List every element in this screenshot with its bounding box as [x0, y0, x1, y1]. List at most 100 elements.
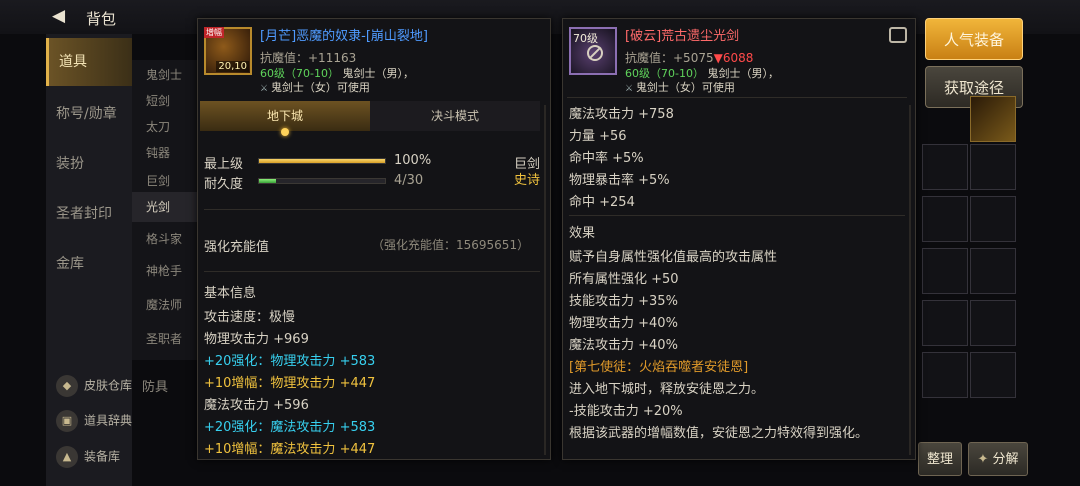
popular-equipment-button[interactable]: 人气装备: [925, 18, 1023, 60]
link-label: 道具辞典: [84, 413, 133, 428]
inventory-slot[interactable]: [970, 300, 1016, 346]
max-grade-fill: [259, 159, 385, 163]
link-label: 装备库: [84, 449, 121, 464]
compare-item-tooltip: 70级 [破云]荒古遗尘光剑 抗魔值：+5075▼6088 60级（70-10）…: [562, 18, 916, 460]
nav-item-avatar[interactable]: 装扮: [46, 140, 132, 188]
prohibited-icon: [587, 45, 603, 61]
subnav-item-active[interactable]: 光剑: [132, 192, 198, 222]
max-grade-bar: [258, 158, 386, 164]
inventory-slot[interactable]: [922, 196, 968, 242]
button-label: 整理: [926, 452, 953, 467]
stat-line-enhance: +20强化：魔法攻击力 +583: [204, 420, 376, 435]
stat-line: 命中 +254: [569, 195, 635, 210]
link-label: 皮肤仓库: [84, 378, 133, 393]
item-header: 增幅 20,10 [月芒]恶魔的奴隶-[崩山裂地] 抗魔值：+11163 60级…: [198, 19, 550, 97]
class-icon: ⚔: [260, 84, 271, 94]
stat-line: 攻击速度：极慢: [204, 310, 296, 325]
inventory-slot[interactable]: [970, 352, 1016, 398]
effect-line: 赋予自身属性强化值最高的攻击属性: [569, 250, 778, 265]
share-icon[interactable]: [889, 27, 907, 43]
durability-label: 耐久度: [204, 177, 244, 192]
subnav-label: 巨剑: [146, 174, 171, 188]
nav-item-vault[interactable]: 金库: [46, 240, 132, 288]
resist-value: 抗魔值：+5075▼6088: [625, 49, 753, 66]
scrollbar[interactable]: [544, 105, 546, 455]
inventory-slot[interactable]: [970, 96, 1016, 142]
subnav-item[interactable]: 格斗家: [132, 224, 198, 254]
durability-fill: [259, 179, 276, 183]
effect-set-title: [第七使徒：火焰吞噬者安徒恩]: [569, 360, 749, 375]
subnav-label: 圣职者: [146, 332, 183, 346]
subnav-item[interactable]: 魔法师: [132, 290, 198, 320]
weapon-type-list: 鬼剑士 短剑 太刀 钝器 巨剑 光剑 格斗家 神枪手 魔法师 圣职者: [132, 60, 198, 360]
subnav-label: 太刀: [146, 120, 171, 134]
tab-pvp[interactable]: 决斗模式: [370, 101, 540, 131]
subnav-label: 光剑: [146, 200, 171, 214]
requirement-text: 鬼剑士（女）可使用: [635, 81, 735, 94]
scrollbar[interactable]: [909, 105, 911, 455]
subnav-label: 神枪手: [146, 264, 183, 278]
inventory-slot[interactable]: [970, 144, 1016, 190]
resist-value: 抗魔值：+11163: [260, 51, 357, 65]
inventory-slot[interactable]: [970, 196, 1016, 242]
back-arrow-icon[interactable]: ◀: [52, 6, 65, 26]
skin-storage-link[interactable]: ◆ 皮肤仓库: [56, 375, 132, 397]
button-label: 人气装备: [943, 31, 1004, 49]
arrange-button[interactable]: 整理: [918, 442, 962, 476]
stat-line: 魔法攻击力 +596: [204, 398, 309, 413]
nav-item-label: 金库: [56, 256, 84, 272]
stat-line-enhance: +20强化：物理攻击力 +583: [204, 354, 376, 369]
subnav-label: 魔法师: [146, 298, 183, 312]
nav-item-label: 道具: [59, 54, 87, 70]
tab-label: 地下城: [266, 109, 303, 123]
subnav-item[interactable]: 钝器: [132, 138, 198, 168]
inventory-slot[interactable]: [970, 248, 1016, 294]
inventory-slot[interactable]: [922, 300, 968, 346]
effect-line: 魔法攻击力 +40%: [569, 338, 678, 353]
stat-line: 魔法攻击力 +758: [569, 107, 674, 122]
inventory-slot[interactable]: [922, 144, 968, 190]
stat-line-amplify: +10增幅：物理攻击力 +447: [204, 376, 376, 391]
armor-icon: ▲: [56, 446, 78, 468]
requirement-text: 鬼剑士（女）可使用: [270, 81, 370, 94]
item-header: 70级 [破云]荒古遗尘光剑 抗魔值：+5075▼6088 60级（70-10）…: [563, 19, 915, 97]
requirement-line: ⚔ 鬼剑士（女）可使用: [625, 79, 735, 95]
armor-category[interactable]: 防具: [142, 376, 168, 395]
stat-line: 命中率 +5%: [569, 151, 644, 166]
effect-line: 根据该武器的增幅数值，安徒恩之力特效得到强化。: [569, 426, 869, 441]
item-upgrade-level: 20,10: [216, 61, 249, 72]
decompose-icon: ✦: [977, 452, 989, 467]
effect-line: 进入地下城时，释放安徒恩之力。: [569, 382, 765, 397]
effect-title: 效果: [569, 226, 596, 241]
tab-dungeon[interactable]: 地下城: [200, 101, 370, 131]
resist-text: 抗魔值：+5075: [625, 51, 714, 65]
inventory-slot[interactable]: [922, 248, 968, 294]
nav-item-label: 圣者封印: [56, 206, 112, 222]
subnav-item[interactable]: 神枪手: [132, 256, 198, 286]
lightsaber-icon[interactable]: 70级: [569, 27, 617, 75]
item-name: [破云]荒古遗尘光剑: [625, 29, 740, 44]
decompose-button[interactable]: ✦ 分解: [968, 442, 1028, 476]
rarity: 史诗: [514, 173, 541, 188]
button-label: 分解: [992, 452, 1019, 467]
page-title: 背包: [86, 10, 117, 28]
divider: [204, 209, 540, 210]
stat-line-amplify: +10增幅：魔法攻击力 +447: [204, 442, 376, 457]
equipment-library-link[interactable]: ▲ 装备库: [56, 446, 120, 468]
button-label: 获取途径: [943, 79, 1004, 97]
effect-line: 所有属性强化 +50: [569, 272, 679, 287]
nav-item-items[interactable]: 道具: [46, 38, 132, 86]
nav-item-titles[interactable]: 称号/勋章: [46, 90, 132, 138]
divider: [567, 97, 907, 98]
inventory-slot[interactable]: [922, 352, 968, 398]
nav-item-label: 称号/勋章: [56, 106, 117, 122]
nav-item-seal[interactable]: 圣者封印: [46, 190, 132, 238]
item-name: [月芒]恶魔的奴隶-[崩山裂地]: [260, 29, 428, 44]
stat-line: 物理攻击力 +969: [204, 332, 309, 347]
subnav-item[interactable]: 圣职者: [132, 324, 198, 354]
item-dictionary-link[interactable]: ▣ 道具辞典: [56, 410, 132, 432]
basic-info-title: 基本信息: [204, 286, 257, 301]
sword-icon[interactable]: 增幅 20,10: [204, 27, 252, 75]
stat-line: 力量 +56: [569, 129, 627, 144]
durability-value: 4/30: [394, 173, 424, 188]
